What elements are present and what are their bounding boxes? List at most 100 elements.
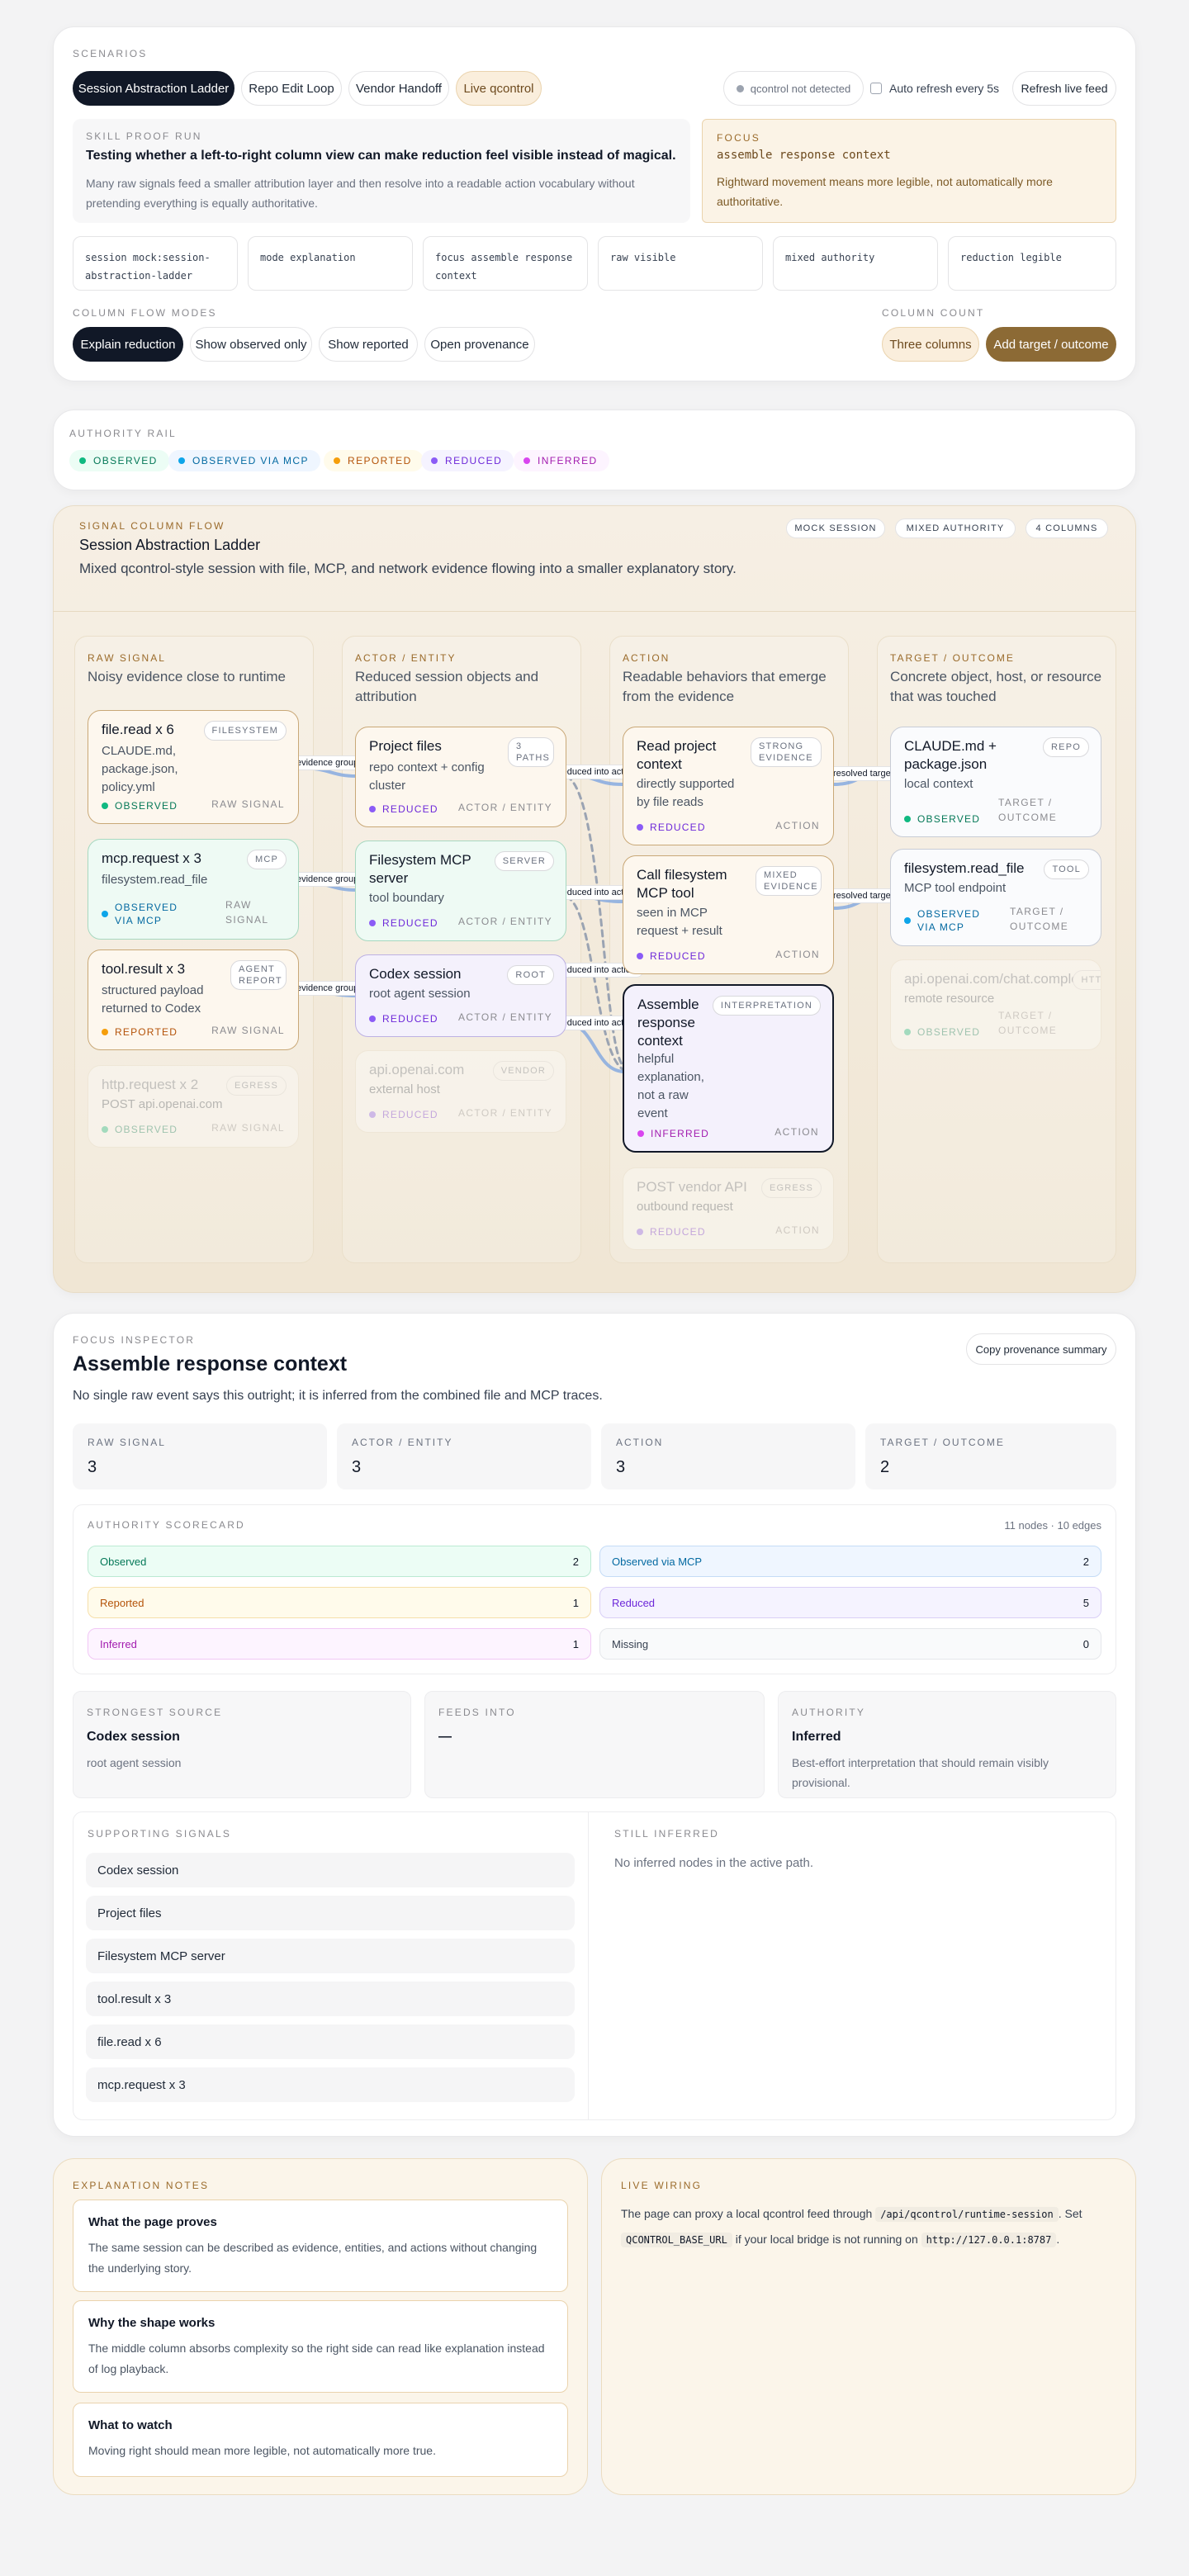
crumb-reduction: reduction legible	[948, 236, 1116, 291]
node-http-request[interactable]: http.request x 2 POST api.openai.com EGR…	[88, 1065, 299, 1148]
supporting-signal-codex-session[interactable]: Codex session	[86, 1853, 575, 1887]
observed-dot-icon	[102, 803, 108, 809]
node-layer: ACTION	[775, 1224, 820, 1236]
inferred-dot-icon	[523, 457, 530, 464]
node-layer: ACTION	[775, 949, 820, 960]
observed-dot-icon	[904, 1029, 911, 1035]
tab-live-qcontrol[interactable]: Live qcontrol	[456, 71, 542, 106]
copy-provenance-button[interactable]: Copy provenance summary	[966, 1333, 1116, 1365]
node-title: Filesystem MCP server	[369, 852, 471, 886]
add-target-outcome-button[interactable]: Add target / outcome	[986, 327, 1116, 362]
flow-desc: Mixed qcontrol-style session with file, …	[79, 561, 737, 576]
focus-value: assemble response context	[717, 149, 891, 162]
node-title: filesystem.read_file	[904, 860, 1025, 876]
note-desc: The same session can be described as evi…	[88, 2241, 538, 2275]
supporting-eyebrow: SUPPORTING SIGNALS	[88, 1828, 232, 1840]
stat-label: TARGET / OUTCOME	[880, 1437, 1005, 1448]
checkbox-icon[interactable]	[870, 83, 882, 94]
node-authority: REPORTED	[102, 1026, 178, 1038]
stat-action: ACTION 3	[601, 1423, 855, 1489]
score-label: Reported	[100, 1596, 144, 1609]
node-auth-label: INFERRED	[651, 1128, 709, 1139]
node-title: Codex session	[369, 966, 462, 982]
box-label: FEEDS INTO	[438, 1707, 516, 1718]
auto-refresh-toggle[interactable]: Auto refresh every 5s	[870, 79, 999, 97]
column-head-action: ACTION	[623, 652, 670, 664]
supporting-signal-mcp-request[interactable]: mcp.request x 3	[86, 2067, 575, 2102]
node-sub: remote resource	[904, 992, 995, 1006]
status-dot-icon	[736, 84, 744, 92]
node-call-filesystem-mcp-tool[interactable]: Call filesystem MCP tool seen in MCP req…	[623, 855, 834, 974]
node-mcp-request[interactable]: mcp.request x 3 filesystem.read_file MCP…	[88, 839, 299, 940]
score-value: 1	[572, 1637, 579, 1650]
node-tag: MIXED EVIDENCE	[756, 866, 822, 896]
mode-explain-reduction[interactable]: Explain reduction	[73, 327, 183, 362]
node-chat-completions[interactable]: api.openai.com/chat.completions remote r…	[890, 959, 1101, 1050]
node-layer: ACTOR / ENTITY	[457, 916, 552, 927]
supporting-signal-file-read[interactable]: file.read x 6	[86, 2024, 575, 2059]
supporting-signal-tool-result[interactable]: tool.result x 3	[86, 1982, 575, 2016]
wiring-env-var: QCONTROL_BASE_URL	[621, 2233, 732, 2247]
authority-rail-eyebrow: AUTHORITY RAIL	[69, 428, 177, 439]
node-tag: EGRESS	[225, 1076, 287, 1096]
rail-reported-label: REPORTED	[348, 455, 412, 466]
mode-open-provenance[interactable]: Open provenance	[424, 327, 535, 362]
node-auth-label: REDUCED	[382, 803, 438, 815]
node-file-read[interactable]: file.read x 6 CLAUDE.md, package.json, p…	[88, 710, 299, 824]
node-layer: RAW SIGNAL	[211, 1025, 285, 1036]
wiring-text-2: . Set	[1058, 2207, 1082, 2220]
mode-show-reported[interactable]: Show reported	[319, 327, 418, 362]
tab-repo-edit-loop[interactable]: Repo Edit Loop	[241, 71, 342, 106]
mcp-dot-icon	[178, 457, 185, 464]
node-layer: ACTION	[775, 1126, 819, 1138]
node-post-vendor-api[interactable]: POST vendor API outbound request EGRESS …	[623, 1167, 834, 1250]
rail-observed: OBSERVED	[69, 450, 169, 471]
node-filesystem-mcp-server[interactable]: Filesystem MCP server tool boundary SERV…	[355, 841, 566, 941]
supporting-signal-project-files[interactable]: Project files	[86, 1896, 575, 1930]
node-tag: STRONG EVIDENCE	[751, 737, 822, 767]
supporting-signal-filesystem-mcp[interactable]: Filesystem MCP server	[86, 1939, 575, 1973]
wiring-text-4: .	[1056, 2233, 1060, 2246]
score-label: Reduced	[612, 1596, 656, 1609]
node-claude-md-package-json[interactable]: CLAUDE.md + package.json local context R…	[890, 727, 1101, 837]
stat-actor-entity: ACTOR / ENTITY 3	[337, 1423, 591, 1489]
node-codex-session[interactable]: Codex session root agent session ROOT RE…	[355, 954, 566, 1037]
tab-vendor-handoff[interactable]: Vendor Handoff	[348, 71, 449, 106]
node-filesystem-read-file[interactable]: filesystem.read_file MCP tool endpoint T…	[890, 849, 1101, 946]
inspector-title: Assemble response context	[73, 1352, 348, 1376]
skill-proof-title: Testing whether a left-to-right column v…	[86, 149, 676, 163]
mcp-dot-icon	[102, 911, 108, 917]
rail-observed-mcp-label: OBSERVED VIA MCP	[192, 455, 309, 466]
reduced-dot-icon	[369, 1016, 376, 1022]
node-sub: POST api.openai.com	[102, 1097, 223, 1111]
node-project-files[interactable]: Project files repo context + config clus…	[355, 727, 566, 827]
node-read-project-context[interactable]: Read project context directly supported …	[623, 727, 834, 845]
stat-target-outcome: TARGET / OUTCOME 2	[865, 1423, 1116, 1489]
crumb-authority: mixed authority	[773, 236, 938, 291]
tab-session-abstraction-ladder[interactable]: Session Abstraction Ladder	[73, 71, 234, 106]
node-authority: REDUCED	[369, 917, 438, 929]
crumb-mode: mode explanation	[248, 236, 413, 291]
stat-value: 3	[352, 1458, 362, 1476]
node-sub: directly supported by file reads	[637, 777, 735, 809]
mode-show-observed-only[interactable]: Show observed only	[190, 327, 312, 362]
node-tag: TOOL	[1044, 859, 1089, 879]
node-api-openai-host[interactable]: api.openai.com external host VENDOR REDU…	[355, 1050, 566, 1133]
node-auth-label: OBSERVED	[115, 800, 178, 812]
reduced-dot-icon	[369, 1111, 376, 1118]
node-tool-result[interactable]: tool.result x 3 structured payload retur…	[88, 949, 299, 1050]
stat-label: ACTION	[616, 1437, 664, 1448]
node-sub: local context	[904, 777, 973, 791]
refresh-live-feed-button[interactable]: Refresh live feed	[1012, 71, 1116, 106]
flow-eyebrow: SIGNAL COLUMN FLOW	[79, 520, 225, 532]
node-authority: REDUCED	[369, 1109, 438, 1120]
node-auth-label: REDUCED	[382, 1109, 438, 1120]
node-sub: outbound request	[637, 1200, 733, 1214]
score-value: 1	[572, 1596, 579, 1609]
node-assemble-response-context[interactable]: Assemble response context helpful explan…	[623, 984, 834, 1153]
reduced-dot-icon	[637, 1229, 643, 1235]
three-columns-button[interactable]: Three columns	[882, 327, 979, 362]
note-title: What to watch	[88, 2418, 173, 2432]
node-title: api.openai.com	[369, 1062, 465, 1077]
auto-refresh-label: Auto refresh every 5s	[889, 82, 1000, 95]
